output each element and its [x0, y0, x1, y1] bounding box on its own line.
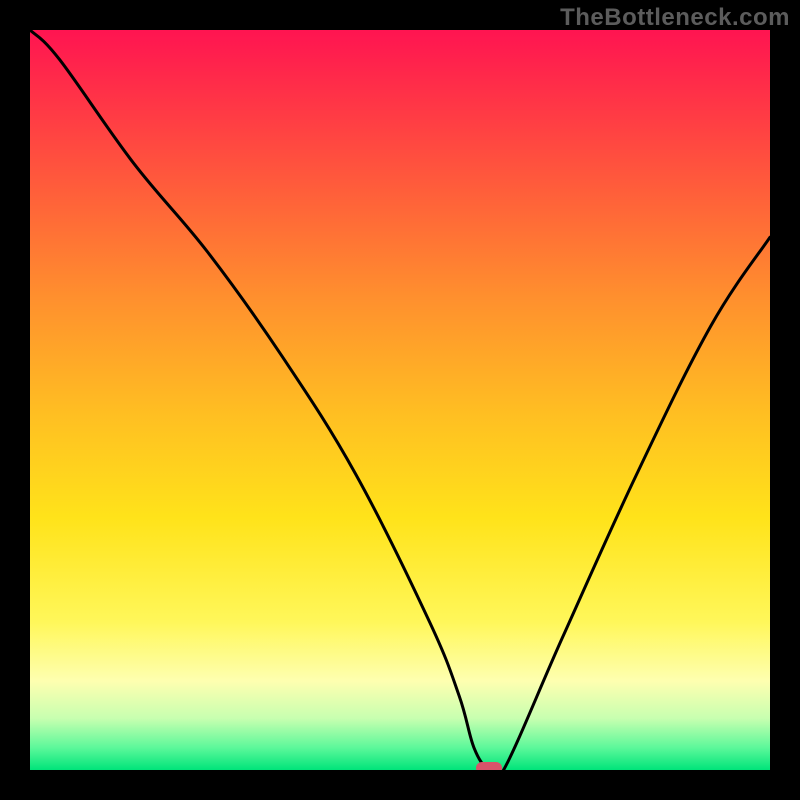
- plot-area: [30, 30, 770, 770]
- optimum-marker: [476, 762, 502, 770]
- watermark-label: TheBottleneck.com: [560, 4, 790, 32]
- bottleneck-curve: [30, 30, 770, 770]
- chart-frame: TheBottleneck.com: [0, 0, 800, 800]
